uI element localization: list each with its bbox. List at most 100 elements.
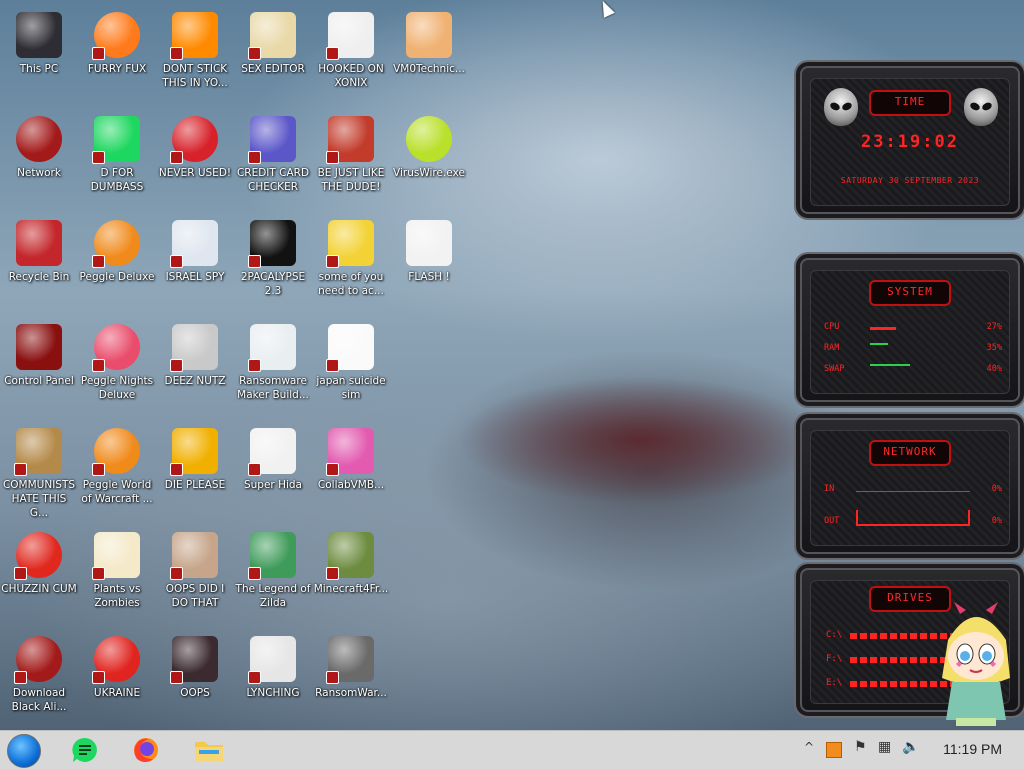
shortcut-badge-icon — [92, 567, 105, 580]
desktop-icon-label: HOOKED ON XONIX — [318, 63, 384, 89]
network-out-label: OUT — [824, 516, 840, 526]
drive-f-label: F:\ — [826, 654, 843, 664]
desktop-icon-chuzzin-cum[interactable]: CHUZZIN CUM — [0, 526, 78, 626]
money-bag-icon — [14, 428, 62, 476]
dark-case-icon — [170, 636, 218, 684]
desktop-icon-peggle-world-of-warcraft[interactable]: Peggle World of Warcraft ... — [78, 422, 156, 522]
desktop-icon-some-of-you-need-to-ac[interactable]: some of you need to ac... — [312, 214, 390, 314]
desktop-icon-oops[interactable]: OOPS — [156, 630, 234, 730]
taskbar-green-chat-button[interactable] — [70, 735, 100, 765]
tray-flag-icon[interactable]: ⚑ — [854, 739, 867, 755]
start-button[interactable] — [7, 734, 41, 768]
tray-volume-icon[interactable]: 🔈 — [902, 739, 919, 755]
desktop-icon-credit-card-checker[interactable]: CREDIT CARD CHECKER — [234, 110, 312, 210]
alien-head-icon — [964, 88, 998, 126]
desktop-icon-plants-vs-zombies[interactable]: Plants vs Zombies — [78, 526, 156, 626]
desktop-icon-label: Control Panel — [4, 375, 74, 387]
alien-red-icon — [16, 116, 62, 162]
shortcut-badge-icon — [248, 463, 261, 476]
shortcut-badge-icon — [170, 567, 183, 580]
shortcut-badge-icon — [248, 47, 261, 60]
desktop-icon-the-legend-of-zilda[interactable]: The Legend of Zilda — [234, 526, 312, 626]
desktop-icon-die-please[interactable]: DIE PLEASE — [156, 422, 234, 522]
desktop-icon-ransomware-maker-build[interactable]: Ransomware Maker Build... — [234, 318, 312, 418]
desktop-icon-ransomwar[interactable]: RansomWar... — [312, 630, 390, 730]
tray-overflow-chevron-icon[interactable]: ^ — [804, 740, 814, 754]
ram-bar — [870, 343, 888, 345]
tray-app-orange-icon[interactable] — [826, 742, 842, 758]
desktop-icon-label: SEX EDITOR — [241, 63, 305, 75]
cpu-label: CPU — [824, 322, 840, 332]
desktop-icon-flash[interactable]: FLASH ! — [390, 214, 468, 314]
desktop-icon-deez-nutz[interactable]: DEEZ NUTZ — [156, 318, 234, 418]
shortcut-badge-icon — [248, 567, 261, 580]
desktop-icon-network[interactable]: Network — [0, 110, 78, 210]
swap-value: 40% — [986, 364, 1002, 374]
desktop-icon-dont-stick-this-in-yo[interactable]: DONT STICK THIS IN YO... — [156, 6, 234, 106]
desktop-icon-recycle-bin[interactable]: Recycle Bin — [0, 214, 78, 314]
time-widget: TIME 23:19:02 SATURDAY 30 SEPTEMBER 2023 — [794, 60, 1024, 220]
shortcut-badge-icon — [170, 47, 183, 60]
desktop-icon-collabvmb[interactable]: CollabVMB... — [312, 422, 390, 522]
taskbar: ^ ⚑ ▦ 🔈 11:19 PM — [0, 730, 1024, 769]
tray-network-icon[interactable]: ▦ — [878, 739, 891, 755]
desktop-icon-control-panel[interactable]: Control Panel — [0, 318, 78, 418]
flash-doc-icon — [406, 220, 452, 266]
desktop-icon-hooked-on-xonix[interactable]: HOOKED ON XONIX — [312, 6, 390, 106]
desktop-icon-label: OOPS DID I DO THAT — [165, 583, 225, 609]
desktop-icon-2pacalypse-2-3[interactable]: 2PACALYPSE 2.3 — [234, 214, 312, 314]
skull-icon — [326, 636, 374, 684]
desktop-icon-minecraft4fr[interactable]: Minecraft4Fr... — [312, 526, 390, 626]
shortcut-badge-icon — [326, 255, 339, 268]
desktop-icon-peggle-deluxe[interactable]: Peggle Deluxe — [78, 214, 156, 314]
shortcut-badge-icon — [248, 255, 261, 268]
shortcut-badge-icon — [326, 359, 339, 372]
desktop-icon-viruswire-exe[interactable]: VirusWire.exe — [390, 110, 468, 210]
noose-icon — [248, 636, 296, 684]
desktop-icon-label: This PC — [19, 63, 59, 75]
network-widget-title: NETWORK — [869, 440, 951, 466]
santa-icon — [326, 116, 374, 164]
desktop-icon-label: BE JUST LIKE THE DUDE! — [317, 167, 385, 193]
desktop-icon-oops-did-i-do-that[interactable]: OOPS DID I DO THAT — [156, 526, 234, 626]
desktop-icon-furry-fux[interactable]: FURRY FUX — [78, 6, 156, 106]
shortcut-badge-icon — [248, 359, 261, 372]
taskbar-file-explorer-button[interactable] — [193, 735, 223, 765]
swap-row: SWAP 40% — [824, 364, 1002, 378]
taskbar-clock[interactable]: 11:19 PM — [943, 741, 1002, 757]
desktop-icon-this-pc[interactable]: This PC — [0, 6, 78, 106]
desktop-icon-label: FLASH ! — [408, 271, 450, 283]
desktop-icon-lynching[interactable]: LYNCHING — [234, 630, 312, 730]
taskbar-firefox-button[interactable] — [131, 735, 161, 765]
desktop-icon-ukraine[interactable]: UKRAINE — [78, 630, 156, 730]
shortcut-badge-icon — [92, 359, 105, 372]
ram-value: 35% — [986, 343, 1002, 353]
shortcut-badge-icon — [170, 359, 183, 372]
desktop-icon-japan-suicide-sim[interactable]: japan suicide sim — [312, 318, 390, 418]
desktop-icon-label: VM0Technic... — [393, 63, 465, 75]
desktop-icon-label: DEEZ NUTZ — [164, 375, 226, 387]
desktop-icon-israel-spy[interactable]: ISRAEL SPY — [156, 214, 234, 314]
desktop-icon-download-black-ali[interactable]: Download Black Ali... — [0, 630, 78, 730]
card-icon — [248, 116, 296, 164]
firefox-icon — [92, 12, 140, 60]
shortcut-badge-icon — [170, 255, 183, 268]
shortcut-badge-icon — [14, 567, 27, 580]
desktop-icon-communists-hate-this-g[interactable]: COMMUNISTS HATE THIS G... — [0, 422, 78, 522]
shortcut-badge-icon — [92, 255, 105, 268]
desktop-icon-d-for-dumbass[interactable]: D FOR DUMBASS — [78, 110, 156, 210]
star-character-icon — [942, 602, 1010, 726]
desktop-icon-label: RansomWar... — [315, 687, 387, 699]
pink-monitor-icon — [326, 428, 374, 476]
desktop-icon-never-used[interactable]: NEVER USED! — [156, 110, 234, 210]
terminal-icon — [248, 220, 296, 268]
desktop-icon-sex-editor[interactable]: SEX EDITOR — [234, 6, 312, 106]
desktop-icon-be-just-like-the-dude[interactable]: BE JUST LIKE THE DUDE! — [312, 110, 390, 210]
desktop-icon-label: VirusWire.exe — [393, 167, 465, 179]
desktop-icon-label: CHUZZIN CUM — [1, 583, 77, 595]
desktop-icon-peggle-nights-deluxe[interactable]: Peggle Nights Deluxe — [78, 318, 156, 418]
desktop-icon-vm0technic[interactable]: VM0Technic... — [390, 6, 468, 106]
desktop-icon-super-hida[interactable]: Super Hida — [234, 422, 312, 522]
shortcut-badge-icon — [170, 463, 183, 476]
trash-red-icon — [16, 220, 62, 266]
